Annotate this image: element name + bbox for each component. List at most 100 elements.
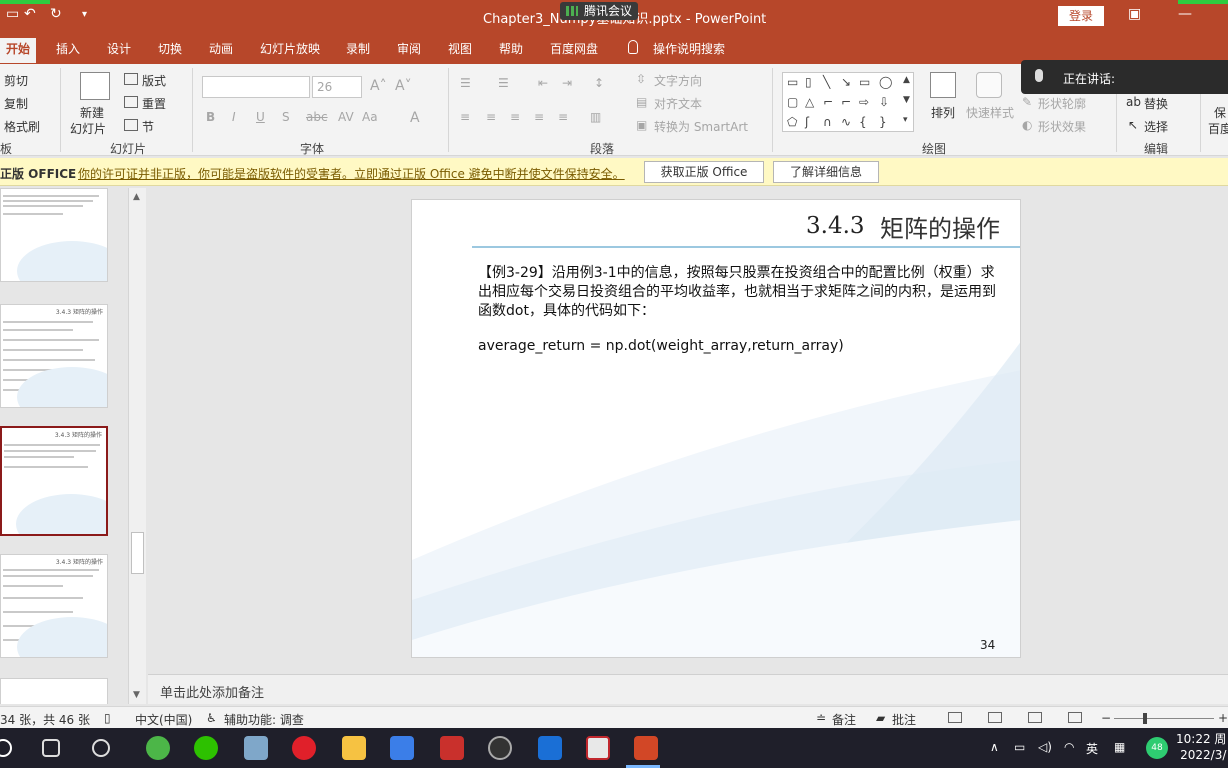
learn-more-button[interactable]: 了解详细信息 — [773, 161, 879, 183]
arrow-line-icon[interactable]: ↘ — [841, 75, 851, 89]
shape-outline-button[interactable]: 形状轮廓 — [1038, 95, 1086, 112]
right-brace-icon[interactable]: } — [879, 115, 887, 129]
warning-message-link[interactable]: 你的许可证并非正版，你可能是盗版软件的受害者。立即通过正版 Office 避免中… — [78, 165, 625, 182]
tab-design[interactable]: 设计 — [107, 40, 131, 57]
line-shape-icon[interactable]: ╲ — [823, 75, 830, 89]
cut-button[interactable]: 剪切 — [4, 72, 28, 89]
align-text-button[interactable]: 对齐文本 — [654, 95, 702, 112]
network-icon[interactable]: ◠ — [1064, 740, 1074, 754]
ribbon-display-icon[interactable]: ▣ — [1128, 6, 1141, 22]
notes-pane[interactable]: 单击此处添加备注 — [148, 674, 1228, 704]
numbering-icon[interactable]: ☰ — [498, 76, 509, 90]
browser-icon[interactable] — [146, 736, 170, 760]
right-arrow-icon[interactable]: ⇨ — [859, 95, 869, 109]
gallery-up-icon[interactable]: ▲ — [903, 75, 910, 85]
media-player-icon[interactable] — [292, 736, 316, 760]
quick-styles-icon[interactable] — [976, 72, 1002, 98]
increase-indent-icon[interactable]: ⇥ — [562, 76, 572, 90]
camera-app-icon[interactable] — [488, 736, 512, 760]
accessibility-status[interactable]: 辅助功能: 调查 — [224, 711, 304, 728]
search-icon[interactable] — [0, 739, 12, 757]
save-icon[interactable]: ▭ — [6, 6, 19, 22]
arrange-button[interactable]: 排列 — [931, 104, 955, 121]
slide-paragraph[interactable]: 【例3-29】沿用例3-1中的信息，按照每只股票在投资组合中的配置比例（权重）求… — [478, 264, 998, 321]
replace-button[interactable]: 替换 — [1144, 95, 1168, 112]
distribute-icon[interactable]: ≡ — [558, 110, 568, 124]
undo-icon[interactable]: ↶ — [24, 6, 36, 22]
tab-home[interactable]: 开始 — [0, 38, 37, 63]
gallery-down-icon[interactable]: ▼ — [903, 95, 910, 105]
tab-baidu-netdisk[interactable]: 百度网盘 — [550, 40, 598, 57]
shadow-icon[interactable]: S — [282, 110, 290, 124]
align-center-icon[interactable]: ≡ — [486, 110, 496, 124]
tab-insert[interactable]: 插入 — [56, 40, 80, 57]
char-spacing-icon[interactable]: AV — [338, 110, 354, 124]
arrange-icon[interactable] — [930, 72, 956, 98]
customize-qat-icon[interactable]: ▾ — [82, 9, 87, 20]
notification-badge[interactable]: 48 — [1146, 737, 1168, 759]
bold-icon[interactable]: B — [206, 110, 215, 124]
keyboard-icon[interactable]: ▦ — [1114, 740, 1125, 754]
meeting-app-icon[interactable] — [538, 736, 562, 760]
system-clock[interactable]: 10:22 周 2022/3/ — [1176, 731, 1226, 763]
tab-review[interactable]: 审阅 — [397, 40, 421, 57]
bullets-icon[interactable]: ☰ — [460, 76, 471, 90]
reading-view-icon[interactable] — [1028, 712, 1042, 723]
game-app-icon[interactable] — [440, 736, 464, 760]
tab-slideshow[interactable]: 幻灯片放映 — [260, 40, 320, 57]
spellcheck-icon[interactable]: ▯ — [104, 711, 111, 725]
language-indicator[interactable]: 中文(中国) — [135, 711, 192, 728]
zoom-in-icon[interactable]: + — [1218, 711, 1228, 725]
zoom-slider-track[interactable] — [1114, 718, 1214, 719]
decrease-font-icon[interactable]: A˅ — [395, 78, 412, 94]
comments-toggle-button[interactable]: 批注 — [892, 711, 916, 728]
powerpoint-icon[interactable] — [634, 736, 658, 760]
task-view-icon[interactable] — [42, 739, 60, 757]
layout-button[interactable]: 版式 — [142, 72, 166, 89]
font-name-input[interactable] — [202, 76, 310, 98]
slideshow-view-icon[interactable] — [1068, 712, 1082, 723]
login-button[interactable]: 登录 — [1058, 6, 1104, 26]
freeform-icon[interactable]: ʃ — [805, 115, 809, 129]
underline-icon[interactable]: U — [256, 110, 265, 124]
tab-view[interactable]: 视图 — [448, 40, 472, 57]
save-to-baidu-label2[interactable]: 百度 — [1208, 120, 1228, 137]
quick-styles-button[interactable]: 快速样式 — [966, 104, 1014, 121]
slide-thumbnail[interactable] — [0, 188, 108, 282]
new-slide-button[interactable]: 新建 — [80, 104, 104, 121]
align-right-icon[interactable]: ≡ — [510, 110, 520, 124]
columns-icon[interactable]: ▥ — [590, 110, 601, 124]
section-button[interactable]: 节 — [142, 118, 154, 135]
font-color-icon[interactable]: A — [410, 110, 420, 126]
rounded-rect-icon[interactable]: ▢ — [787, 95, 798, 109]
slide-code-line[interactable]: average_return = np.dot(weight_array,ret… — [478, 338, 844, 354]
italic-icon[interactable]: I — [232, 110, 236, 124]
slide-thumbnail[interactable]: 3.4.3 矩阵的操作 — [0, 304, 108, 408]
zoom-slider-knob[interactable] — [1143, 713, 1147, 724]
get-genuine-office-button[interactable]: 获取正版 Office — [644, 161, 764, 183]
redo-icon[interactable]: ↻ — [50, 6, 62, 22]
textbox-shape-icon[interactable]: ▭ — [787, 75, 798, 89]
smartart-button[interactable]: 转换为 SmartArt — [654, 118, 748, 135]
new-slide-label2[interactable]: 幻灯片 — [70, 120, 106, 137]
tray-expand-icon[interactable]: ∧ — [990, 740, 999, 754]
slide-thumbnail[interactable] — [0, 678, 108, 704]
text-direction-button[interactable]: 文字方向 — [654, 72, 702, 89]
tab-help[interactable]: 帮助 — [499, 40, 523, 57]
font-size-input[interactable]: 26 — [312, 76, 362, 98]
slide-sorter-icon[interactable] — [988, 712, 1002, 723]
tab-transitions[interactable]: 切换 — [158, 40, 182, 57]
down-arrow-icon[interactable]: ⇩ — [879, 95, 889, 109]
file-explorer-icon[interactable] — [342, 736, 366, 760]
tab-animations[interactable]: 动画 — [209, 40, 233, 57]
change-case-icon[interactable]: Aa — [362, 110, 378, 124]
notes-app-icon[interactable] — [390, 736, 414, 760]
elbow-connector-icon[interactable]: ⌐ — [841, 95, 851, 109]
normal-view-icon[interactable] — [948, 712, 962, 723]
ime-indicator[interactable]: 英 — [1086, 740, 1098, 757]
thumbnail-scrollbar[interactable]: ▲ ▼ — [128, 188, 146, 704]
increase-font-icon[interactable]: A˄ — [370, 78, 387, 94]
select-button[interactable]: 选择 — [1144, 118, 1168, 135]
rectangle-shape-icon[interactable]: ▭ — [859, 75, 870, 89]
zoom-out-icon[interactable]: − — [1101, 711, 1111, 725]
